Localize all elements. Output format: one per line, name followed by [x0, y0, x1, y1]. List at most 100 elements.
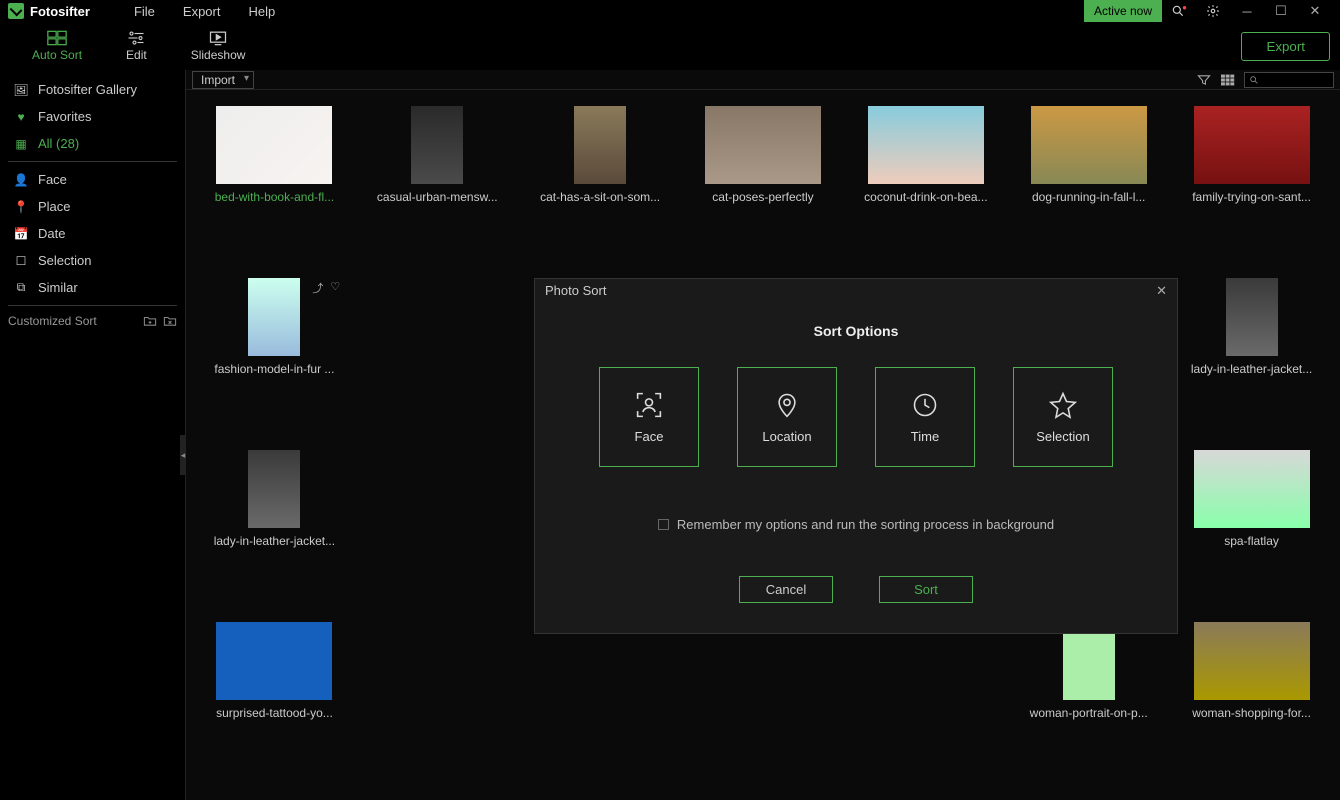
minimize-button[interactable]: ─ [1230, 0, 1264, 22]
location-pin-icon [773, 391, 801, 419]
thumb-item[interactable]: lady-in-leather-jacket... [1171, 274, 1332, 444]
tab-slideshow[interactable]: Slideshow [169, 22, 268, 70]
thumb-label: bed-with-book-and-fl... [204, 190, 344, 204]
sidebar-all[interactable]: ▦All (28) [8, 130, 177, 157]
content-area: ◂ Import bed-with-book-and-fl... casual-… [186, 70, 1340, 800]
edit-icon [127, 30, 145, 46]
thumb-item[interactable]: family-trying-on-sant... [1171, 102, 1332, 272]
titlebar: Fotosifter File Export Help Active now ●… [0, 0, 1340, 22]
sort-option-selection-label: Selection [1036, 429, 1089, 444]
settings-icon[interactable] [1196, 0, 1230, 22]
selection-icon: ☐ [12, 254, 30, 268]
thumb-item[interactable]: casual-urban-mensw... [357, 102, 518, 272]
tab-autosort-label: Auto Sort [32, 48, 82, 62]
search-icon[interactable]: ● [1162, 0, 1196, 22]
sidebar-collapse-handle[interactable]: ◂ [180, 435, 186, 475]
thumb-label: fashion-model-in-fur ... [204, 362, 344, 376]
sidebar-date[interactable]: 📅Date [8, 220, 177, 247]
tab-edit[interactable]: Edit [104, 22, 169, 70]
gallery-icon: 🖼 [12, 83, 30, 97]
add-folder-icon[interactable] [143, 315, 157, 327]
status-badge: Active now [1084, 0, 1162, 22]
sidebar-similar-label: Similar [38, 280, 78, 295]
tab-edit-label: Edit [126, 48, 147, 62]
sidebar-similar[interactable]: ⧉Similar [8, 274, 177, 301]
sidebar-gallery[interactable]: 🖼 Fotosifter Gallery [8, 76, 177, 103]
sort-option-time[interactable]: Time [875, 367, 975, 467]
menu-export[interactable]: Export [169, 4, 235, 19]
thumb-label: woman-shopping-for... [1182, 706, 1322, 720]
import-dropdown[interactable]: Import [192, 71, 254, 89]
sidebar-face-label: Face [38, 172, 67, 187]
remember-checkbox[interactable] [658, 519, 669, 530]
thumb-label: surprised-tattood-yo... [204, 706, 344, 720]
close-button[interactable]: ✕ [1298, 0, 1332, 22]
maximize-button[interactable]: ☐ [1264, 0, 1298, 22]
sidebar: 🖼 Fotosifter Gallery ♥Favorites ▦All (28)… [0, 70, 186, 800]
sidebar-favorites-label: Favorites [38, 109, 91, 124]
slideshow-icon [208, 30, 228, 46]
thumb-label: dog-running-in-fall-l... [1019, 190, 1159, 204]
toolbar: Auto Sort Edit Slideshow Export [0, 22, 1340, 70]
thumb-label: casual-urban-mensw... [367, 190, 507, 204]
thumb-label: cat-poses-perfectly [693, 190, 833, 204]
sort-option-selection[interactable]: Selection [1013, 367, 1113, 467]
thumb-item[interactable]: cat-poses-perfectly [683, 102, 844, 272]
sidebar-face[interactable]: 👤 Face [8, 166, 177, 193]
thumb-item[interactable]: lady-in-leather-jacket... [194, 446, 355, 616]
sidebar-selection-label: Selection [38, 253, 91, 268]
sidebar-customized-label: Customized Sort [8, 314, 97, 328]
search-input[interactable] [1244, 72, 1334, 88]
app-name: Fotosifter [30, 4, 90, 19]
sidebar-customized: Customized Sort [8, 314, 177, 328]
clock-icon [911, 391, 939, 419]
tab-autosort[interactable]: Auto Sort [10, 22, 104, 70]
search-icon [1249, 75, 1259, 85]
sidebar-favorites[interactable]: ♥Favorites [8, 103, 177, 130]
sort-option-location[interactable]: Location [737, 367, 837, 467]
grid-view-icon[interactable] [1216, 71, 1240, 89]
dialog-heading: Sort Options [565, 323, 1147, 339]
filter-icon[interactable] [1192, 71, 1216, 89]
app-logo: Fotosifter [8, 3, 90, 19]
thumb-item[interactable]: spa-flatlay [1171, 446, 1332, 616]
heart-icon[interactable]: ♡ [330, 280, 344, 294]
sidebar-date-label: Date [38, 226, 65, 241]
thumb-item[interactable]: woman-portrait-on-p... [1008, 618, 1169, 788]
menubar: File Export Help [120, 4, 289, 19]
thumb-label: cat-has-a-sit-on-som... [530, 190, 670, 204]
pin-icon: 📍 [12, 200, 30, 214]
thumb-item[interactable]: bed-with-book-and-fl... [194, 102, 355, 272]
thumb-item[interactable]: dog-running-in-fall-l... [1008, 102, 1169, 272]
remove-folder-icon[interactable] [163, 315, 177, 327]
thumb-item[interactable]: surprised-tattood-yo... [194, 618, 355, 788]
sidebar-selection[interactable]: ☐ Selection [8, 247, 177, 274]
face-icon: 👤 [12, 173, 30, 187]
remember-label: Remember my options and run the sorting … [677, 517, 1054, 532]
thumb-item[interactable]: woman-shopping-for... [1171, 618, 1332, 788]
menu-help[interactable]: Help [234, 4, 289, 19]
dialog-title: Photo Sort [545, 283, 606, 299]
grid-icon: ▦ [12, 137, 30, 151]
content-header: Import [186, 70, 1340, 90]
sort-option-face[interactable]: Face [599, 367, 699, 467]
star-icon [1049, 391, 1077, 419]
close-icon[interactable]: ✕ [1156, 283, 1167, 299]
sort-button[interactable]: Sort [879, 576, 973, 603]
sidebar-gallery-label: Fotosifter Gallery [38, 82, 137, 97]
thumb-label: family-trying-on-sant... [1182, 190, 1322, 204]
thumb-item[interactable]: ⤴ ♡ fashion-model-in-fur ... [194, 274, 355, 444]
face-scan-icon [635, 391, 663, 419]
autosort-icon [47, 30, 67, 46]
thumb-label: woman-portrait-on-p... [1019, 706, 1159, 720]
logo-icon [8, 3, 24, 19]
cancel-button[interactable]: Cancel [739, 576, 833, 603]
sidebar-place[interactable]: 📍Place [8, 193, 177, 220]
thumb-item[interactable]: cat-has-a-sit-on-som... [520, 102, 681, 272]
menu-file[interactable]: File [120, 4, 169, 19]
export-icon[interactable]: ⤴ [312, 280, 326, 294]
export-button[interactable]: Export [1241, 32, 1330, 61]
sort-option-time-label: Time [911, 429, 939, 444]
sort-options: Face Location Time [565, 367, 1147, 467]
thumb-item[interactable]: coconut-drink-on-bea... [845, 102, 1006, 272]
